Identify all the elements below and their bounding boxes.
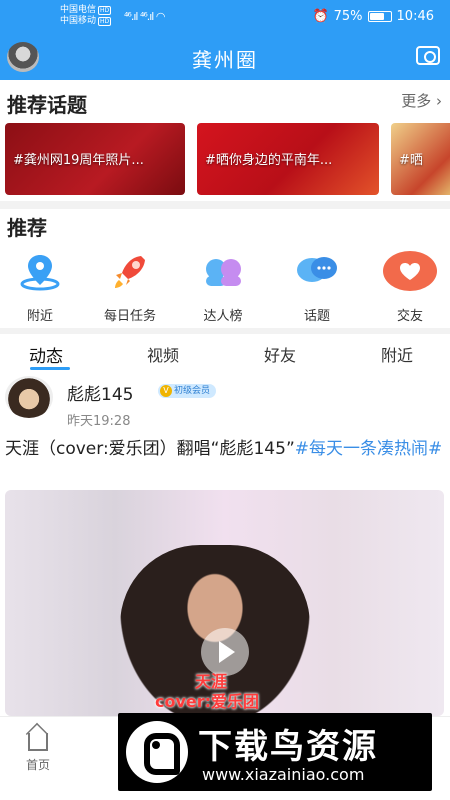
carrier-1: 中国电信 bbox=[60, 5, 97, 15]
post-time: 昨天19:28 bbox=[67, 414, 131, 429]
post-username[interactable]: 彪彪145 bbox=[67, 380, 133, 405]
heart-icon bbox=[383, 251, 437, 292]
hd-badge: HD bbox=[98, 6, 112, 15]
topic-card[interactable]: #晒 bbox=[391, 123, 450, 195]
tab-friends[interactable]: 好友 bbox=[264, 342, 296, 366]
home-icon bbox=[28, 733, 48, 751]
tab-dynamics[interactable]: 动态 bbox=[29, 342, 63, 367]
signal-icons: ⁴⁶.ıl ⁴⁶.ıl ◠ bbox=[124, 10, 166, 23]
active-tab-indicator bbox=[30, 367, 70, 370]
carrier-2: 中国移动 bbox=[60, 16, 97, 26]
more-label: 更多 bbox=[401, 92, 432, 110]
chevron-right-icon: › bbox=[431, 92, 442, 110]
post-hashtag[interactable]: #每天一条凑热闹# bbox=[295, 439, 443, 459]
section-divider bbox=[0, 201, 450, 209]
camera-icon[interactable] bbox=[416, 46, 440, 65]
nav-home-label: 首页 bbox=[25, 758, 50, 772]
carrier-info: 中国电信 HD 中国移动 HD bbox=[60, 5, 112, 27]
section-divider bbox=[0, 328, 450, 334]
clock: 10:46 bbox=[396, 9, 434, 24]
recommend-label: 每日任务 bbox=[103, 309, 156, 324]
people-icon bbox=[200, 252, 246, 292]
recommend-topics[interactable]: 话题 bbox=[277, 252, 357, 324]
video-caption-credit: cover:爱乐团 bbox=[155, 692, 260, 711]
battery-percent: 75% bbox=[333, 9, 363, 24]
bird-logo-icon bbox=[126, 721, 188, 783]
recommend-section-title: 推荐 bbox=[7, 216, 47, 240]
recommend-nearby[interactable]: 附近 bbox=[0, 252, 80, 324]
topic-text: #晒你身边的平南年... bbox=[205, 153, 333, 168]
topic-card[interactable]: #晒你身边的平南年... bbox=[197, 123, 379, 195]
recommend-leaderboard[interactable]: 达人榜 bbox=[183, 252, 263, 324]
recommend-label: 达人榜 bbox=[203, 309, 243, 324]
alarm-icon: ⏰ bbox=[312, 9, 329, 24]
recommend-friends[interactable]: 交友 bbox=[370, 251, 450, 324]
more-topics-link[interactable]: 更多 › bbox=[401, 90, 442, 111]
status-bar: 中国电信 HD 中国移动 HD ⁴⁶.ıl ⁴⁶.ıl ◠ ⏰ 75% 10:46 bbox=[0, 0, 450, 34]
signal-2-icon: ⁴⁶.ıl bbox=[139, 10, 154, 23]
app-header: 龚州圈 bbox=[0, 34, 450, 80]
post-text[interactable]: 天涯（cover:爱乐团）翻唱“彪彪145”#每天一条凑热闹# bbox=[5, 437, 445, 462]
watermark-banner: 下载鸟资源 www.xiazainiao.com bbox=[118, 713, 432, 791]
post-body: 天涯（cover:爱乐团）翻唱“彪彪145” bbox=[5, 439, 295, 459]
recommend-grid: 附近 每日任务 达人榜 话题 交友 bbox=[0, 251, 450, 328]
battery-icon bbox=[367, 11, 392, 22]
page-title: 龚州圈 bbox=[192, 48, 258, 72]
topics-section-title: 推荐话题 bbox=[7, 93, 87, 117]
chat-bubbles-icon bbox=[294, 252, 340, 292]
location-pin-icon bbox=[17, 252, 63, 292]
recommend-daily-tasks[interactable]: 每日任务 bbox=[90, 252, 170, 324]
recommend-label: 附近 bbox=[26, 309, 53, 324]
wifi-icon: ◠ bbox=[155, 10, 166, 23]
nav-home[interactable]: 首页 bbox=[20, 725, 56, 773]
recommend-label: 交友 bbox=[396, 309, 423, 324]
avatar[interactable] bbox=[5, 376, 53, 418]
signal-1-icon: ⁴⁶.ıl bbox=[124, 10, 138, 23]
watermark-title: 下载鸟资源 bbox=[198, 727, 378, 767]
rocket-icon bbox=[107, 252, 153, 292]
video-thumbnail[interactable]: 天涯 cover:爱乐团 bbox=[5, 490, 444, 716]
topic-text: #晒 bbox=[399, 153, 423, 168]
tab-nearby[interactable]: 附近 bbox=[381, 342, 413, 366]
member-badge: 初级会员 bbox=[158, 384, 217, 398]
watermark-url: www.xiazainiao.com bbox=[202, 765, 365, 784]
recommend-label: 话题 bbox=[303, 309, 330, 324]
feed-tabs: 动态 视频 好友 附近 bbox=[0, 338, 450, 370]
hd-badge: HD bbox=[98, 17, 112, 26]
topic-card[interactable]: #龚州网19周年照片... bbox=[5, 123, 185, 195]
tab-videos[interactable]: 视频 bbox=[147, 342, 179, 366]
topic-text: #龚州网19周年照片... bbox=[13, 153, 144, 168]
